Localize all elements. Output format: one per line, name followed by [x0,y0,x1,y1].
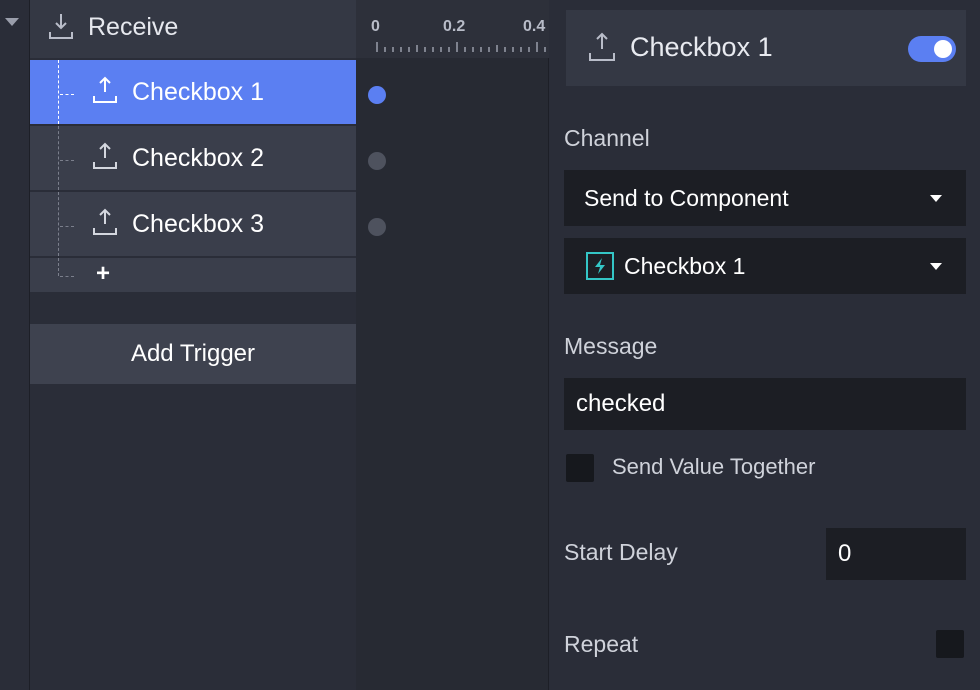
collapse-caret-icon[interactable] [5,18,19,26]
channel-select[interactable]: Send to Component [564,170,966,226]
tree-item-checkbox-3[interactable]: Checkbox 3 [30,192,356,256]
send-value-label: Send Value Together [612,454,816,479]
panel-header: Checkbox 1 [566,10,966,86]
tree-connector [58,126,59,190]
repeat-label: Repeat [564,631,639,657]
timeline-keyframe-dot[interactable] [368,152,386,170]
add-item-icon[interactable]: + [96,260,110,288]
tree-item-label: Receive [88,13,179,41]
dropdown-arrow-icon [930,263,942,270]
tree-connector [60,226,74,227]
timeline-ruler: 0 0.2 0.4 [356,0,549,58]
ruler-tick-label: 0 [371,18,380,35]
channel-select-value: Send to Component [584,185,789,211]
message-label: Message [564,333,658,359]
repeat-checkbox[interactable] [936,630,964,658]
upload-icon [92,142,118,175]
tree-connector [58,258,59,276]
tree-connector [60,94,74,95]
component-select-value: Checkbox 1 [624,253,746,279]
upload-icon [588,32,616,67]
download-icon [48,12,74,45]
component-select[interactable]: Checkbox 1 [564,238,966,294]
tree-item-checkbox-1[interactable]: Checkbox 1 [30,60,356,124]
send-value-checkbox[interactable] [566,454,594,482]
lightning-icon [586,252,614,280]
tree-item-label: Checkbox 2 [132,144,265,172]
timeline-keyframe-dot[interactable] [368,86,386,104]
channel-label: Channel [564,125,650,151]
tree-item-checkbox-2[interactable]: Checkbox 2 [30,126,356,190]
tree-item-receive[interactable]: Receive [30,0,356,58]
ruler-tick-label: 0.2 [443,18,466,35]
left-gutter [0,0,30,690]
properties-panel: Checkbox 1 Channel Send to Component Che… [550,0,980,690]
tree-item-label: Checkbox 1 [132,78,265,106]
ruler-tick-label: 0.4 [523,18,546,35]
tree-connector [58,60,59,124]
tree-add-row[interactable]: + [30,258,356,292]
start-delay-input[interactable] [826,528,966,580]
ruler-ticks [376,42,546,52]
timeline-keyframe-dot[interactable] [368,218,386,236]
upload-icon [92,208,118,241]
trigger-editor: Receive Checkbox 1 Checkbox 2 Checkbox 3… [0,0,980,690]
message-input[interactable] [564,378,966,430]
add-trigger-button[interactable]: Add Trigger [30,324,356,384]
panel-title: Checkbox 1 [630,32,773,62]
toggle-knob [934,40,952,58]
trigger-tree: Receive Checkbox 1 Checkbox 2 Checkbox 3… [30,0,356,690]
start-delay-label: Start Delay [564,539,678,565]
timeline: 0 0.2 0.4 [356,0,549,690]
tree-connector [60,276,74,277]
tree-item-label: Checkbox 3 [132,210,265,238]
tree-connector [58,192,59,256]
upload-icon [92,76,118,109]
enable-toggle[interactable] [908,36,956,62]
tree-connector [60,160,74,161]
dropdown-arrow-icon [930,195,942,202]
